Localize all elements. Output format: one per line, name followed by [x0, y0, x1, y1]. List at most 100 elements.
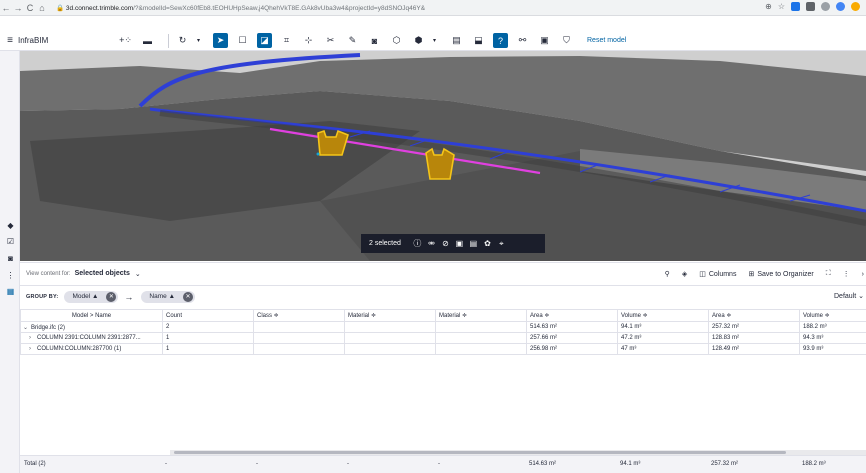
orbit-icon[interactable]: ↻	[175, 33, 190, 48]
menu-icon[interactable]: ≡	[2, 35, 18, 46]
unlink-icon[interactable]: ⚮	[425, 239, 438, 248]
cube-icon[interactable]: ⬢	[411, 33, 426, 48]
checklist-icon[interactable]: ☑	[6, 237, 15, 246]
back-icon[interactable]: ←	[0, 3, 12, 13]
close-icon[interactable]: ✕	[106, 291, 117, 302]
info-icon[interactable]: ⓘ	[411, 238, 424, 249]
select-pointer-icon[interactable]: ➤	[213, 33, 228, 48]
snapshot-icon[interactable]: ◙	[367, 33, 382, 48]
chevron-right-icon[interactable]: ›	[29, 335, 37, 341]
table-cell	[344, 343, 436, 355]
tree-cell[interactable]: › COLUMN 2391:COLUMN 2391:2877...	[20, 332, 163, 344]
extension-icon[interactable]	[791, 2, 800, 11]
row-name: Bridge.ifc (2)	[31, 324, 66, 331]
total-area: 514.63 m²	[529, 461, 557, 467]
add-model-icon[interactable]: +⁘	[118, 33, 133, 48]
section-icon[interactable]: ⬓	[471, 33, 486, 48]
camera-icon[interactable]: ◙	[6, 254, 15, 263]
chevron-right-icon[interactable]: ›	[29, 346, 37, 352]
point-icon[interactable]: ⊹	[301, 33, 316, 48]
chevron-down-icon[interactable]: ⌄	[23, 324, 31, 331]
column-header[interactable]: Area ≑	[708, 309, 800, 322]
folder-icon[interactable]: ▬	[140, 33, 155, 48]
group-by-bar: GROUP BY: Model ▲ ✕ → Name ▲ ✕ Default ⌄	[20, 285, 866, 307]
fit-to-view-icon[interactable]: ⌖	[495, 239, 508, 249]
profile-avatar[interactable]	[851, 2, 860, 11]
column-header[interactable]: Volume ≑	[799, 309, 866, 322]
install-icon[interactable]: ⊕	[765, 2, 772, 11]
tree-icon[interactable]: ⋮	[6, 271, 15, 280]
extension-icon[interactable]	[806, 2, 815, 11]
scrollbar-thumb[interactable]	[174, 451, 786, 454]
column-header[interactable]: Count	[162, 309, 254, 322]
tree-cell[interactable]: › COLUMN:COLUMN:287700 (1)	[20, 343, 163, 355]
hide-icon[interactable]: ⊘	[439, 239, 452, 248]
group-chip-model[interactable]: Model ▲ ✕	[64, 290, 119, 303]
paint-icon[interactable]: ◈	[682, 270, 687, 278]
chip-label: Model ▲	[72, 293, 99, 300]
markup-icon[interactable]: ✎	[345, 33, 360, 48]
box-select-icon[interactable]: ☐	[235, 33, 250, 48]
forward-icon[interactable]: →	[12, 3, 24, 13]
table-cell: 47 m³	[617, 343, 709, 355]
search-icon[interactable]: ⚲	[665, 270, 670, 278]
home-icon[interactable]: ⌂	[36, 3, 48, 13]
shield-icon[interactable]: ⛉	[559, 33, 574, 48]
address-bar[interactable]: 🔒 3d.connect.trimble.com/?&modelId=SewXc…	[56, 4, 425, 12]
browser-actions: ⊕ ☆	[765, 2, 860, 11]
column-header[interactable]: Material ≑	[344, 309, 436, 322]
area-select-icon[interactable]: ◪	[257, 33, 272, 48]
link-icon[interactable]: ⚯	[515, 33, 530, 48]
column-header[interactable]: Material ≑	[435, 309, 527, 322]
cut-icon[interactable]: ✂	[323, 33, 338, 48]
extension-icon[interactable]	[836, 2, 845, 11]
total-volume: 94.1 m³	[620, 461, 641, 467]
chevron-down-icon[interactable]: ⌄	[135, 270, 141, 278]
isolate-icon[interactable]: ▣	[453, 239, 466, 248]
shape-icon[interactable]: ⬡	[389, 33, 404, 48]
content-actions: ⚲ ◈ ◫ Columns ⊞ Save to Organizer ⛶ ⋮ ›	[665, 266, 866, 282]
chevron-down-icon[interactable]: ▾	[191, 33, 206, 48]
measure-icon[interactable]: ⌗	[279, 33, 294, 48]
chevron-down-icon[interactable]: ▾	[427, 33, 442, 48]
column-header[interactable]: Volume ≑	[617, 309, 709, 322]
column-header[interactable]: Area ≑	[526, 309, 618, 322]
close-icon[interactable]: ✕	[183, 291, 193, 302]
selection-count: 2 selected	[369, 240, 401, 247]
table-cell: 1	[162, 332, 254, 344]
save-to-organizer-button[interactable]: ⊞ Save to Organizer	[748, 270, 813, 279]
tree-cell[interactable]: ⌄ Bridge.ifc (2)	[20, 321, 163, 333]
clipboard-icon[interactable]: ▤	[449, 33, 464, 48]
chevron-right-icon[interactable]: ›	[862, 271, 864, 278]
fullscreen-icon[interactable]: ⛶	[826, 270, 831, 278]
group-chip-name[interactable]: Name ▲ ✕	[141, 290, 195, 303]
3d-viewport[interactable]: 2 selected ⓘ ⚮ ⊘ ▣ ▤ ✿ ⌖	[20, 51, 866, 261]
total-label: Total (2)	[24, 461, 46, 467]
extension-icon[interactable]	[821, 2, 830, 11]
reload-icon[interactable]: C	[24, 3, 36, 13]
column-header[interactable]: Class ≑	[253, 309, 345, 322]
preset-label: Default	[834, 293, 857, 300]
table-row[interactable]: › COLUMN 2391:COLUMN 2391:2877... 1 257.6…	[20, 332, 866, 344]
properties-icon[interactable]: ▣	[537, 33, 552, 48]
color-palette-icon[interactable]: ✿	[481, 239, 494, 248]
total-material: -	[438, 461, 440, 467]
models-icon[interactable]: ◆	[6, 221, 15, 230]
columns-label: Columns	[708, 270, 737, 278]
properties-icon[interactable]: ▤	[467, 239, 480, 248]
column-header[interactable]: Model > Name	[20, 309, 163, 322]
table-cell	[344, 332, 436, 344]
table-icon[interactable]: ▦	[6, 287, 15, 296]
table-cell: 2	[162, 321, 254, 333]
table-row[interactable]: › COLUMN:COLUMN:287700 (1) 1 256.98 m² 47…	[20, 343, 866, 355]
more-icon[interactable]: ⋮	[843, 270, 850, 278]
row-name: COLUMN 2391:COLUMN 2391:2877...	[37, 335, 141, 341]
table-row[interactable]: ⌄ Bridge.ifc (2) 2 514.63 m² 94.1 m³ 257.…	[20, 321, 866, 333]
reset-model-button[interactable]: Reset model	[587, 37, 626, 44]
organizer-icon: ⊞	[748, 271, 755, 278]
info-icon[interactable]: ?	[493, 33, 508, 48]
star-icon[interactable]: ☆	[778, 2, 785, 11]
view-content-select[interactable]: Selected objects	[75, 270, 130, 277]
columns-button[interactable]: ◫ Columns	[699, 270, 737, 279]
view-preset-select[interactable]: Default ⌄	[834, 292, 864, 300]
